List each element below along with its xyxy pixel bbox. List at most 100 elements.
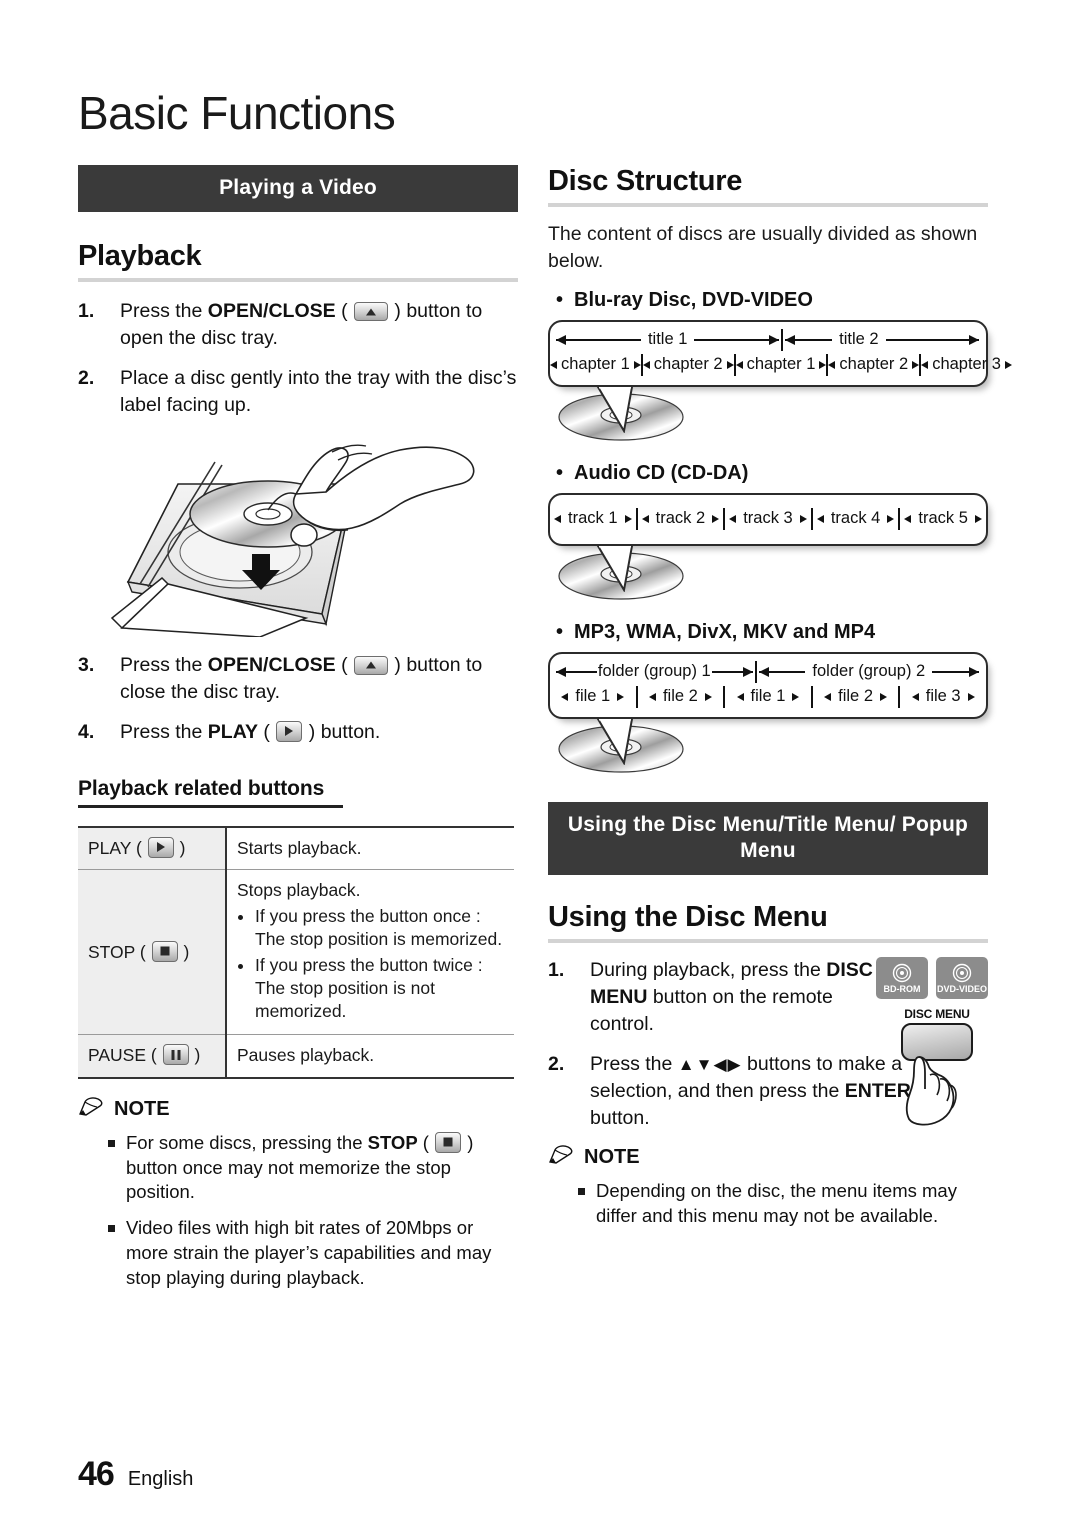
format-badges: BD-ROM DVD-VIDEO bbox=[876, 957, 988, 1000]
note-heading-left: NOTE bbox=[78, 1097, 518, 1123]
step-text-bold: PLAY bbox=[207, 720, 259, 743]
heading-playback-related-buttons: Playback related buttons bbox=[78, 776, 325, 800]
step-text-bold: OPEN/CLOSE bbox=[207, 300, 336, 323]
diagram-folder-label: folder (group) 1 bbox=[597, 662, 711, 681]
step-number: 4. bbox=[78, 720, 95, 743]
diagram-cell-label: file 3 bbox=[925, 687, 961, 706]
page-language: English bbox=[127, 1468, 194, 1490]
diagram-cell: chapter 3 bbox=[921, 352, 1012, 378]
diagram-file-row: file 1 file 2 file 1 file 2 file 3 bbox=[550, 684, 986, 710]
step-text-mid: ( bbox=[335, 300, 353, 323]
badge-bd-rom: BD-ROM bbox=[876, 957, 928, 1000]
diagram-cell-label: file 1 bbox=[575, 687, 611, 706]
diagram-cell: track 2 bbox=[638, 506, 724, 532]
playback-buttons-table: PLAY ( ) Starts playback. STOP ( ) Stops… bbox=[78, 825, 514, 1079]
page-footer: 46 English bbox=[78, 1455, 193, 1494]
step-item: 1. Press the OPEN/CLOSE ( ) button to op… bbox=[78, 298, 518, 352]
diagram-bubble: title 1 title 2 chapter 1 chapter 2 chap… bbox=[548, 319, 1012, 387]
key-label: STOP bbox=[88, 941, 136, 962]
badge-label: DVD-VIDEO bbox=[936, 983, 987, 994]
page-number: 46 bbox=[78, 1455, 115, 1493]
section-banner-playing-a-video: Playing a Video bbox=[78, 165, 518, 213]
disc-illustration bbox=[556, 546, 988, 607]
step-number: 3. bbox=[78, 653, 95, 676]
diagram-chapter-row: chapter 1 chapter 2 chapter 1 chapter 2 bbox=[550, 352, 1012, 378]
step-text-pre: During playback, press the bbox=[590, 959, 827, 982]
table-cell-key: PLAY ( ) bbox=[78, 825, 227, 870]
disc-tray-illustration bbox=[100, 432, 518, 642]
bullet-label-mp3: MP3, WMA, DivX, MKV and MP4 bbox=[556, 621, 988, 644]
diagram-track-row: track 1 track 2 track 3 track 4 track 5 bbox=[550, 506, 986, 532]
step-text-post: button. bbox=[590, 1106, 650, 1129]
diagram-folder-row: folder (group) 1 folder (group) 2 bbox=[550, 660, 986, 684]
diagram-cell-label: track 2 bbox=[655, 509, 706, 528]
diagram-cell-label: track 3 bbox=[743, 509, 793, 528]
table-cell-desc: Pauses playback. bbox=[226, 1034, 514, 1079]
heading-using-the-disc-menu: Using the Disc Menu bbox=[548, 901, 828, 934]
table-row: PLAY ( ) Starts playback. bbox=[78, 825, 514, 870]
diagram-cell: track 5 bbox=[900, 506, 986, 532]
diagram-cell-label: chapter 2 bbox=[839, 355, 909, 374]
desc-bullet: If you press the button once : The stop … bbox=[255, 905, 504, 952]
diagram-cell-label: track 5 bbox=[918, 509, 968, 528]
step-item: 1. During playback, press the DISC MENU … bbox=[548, 957, 898, 1038]
disc-structure-intro: The content of discs are usually divided… bbox=[548, 223, 978, 272]
step-text: Place a disc gently into the tray with t… bbox=[120, 367, 517, 416]
section-banner-using-disc-menu: Using the Disc Menu/Title Menu/ Popup Me… bbox=[548, 801, 988, 876]
step-text-post: ) button. bbox=[303, 720, 381, 743]
diagram-cell-label: chapter 1 bbox=[561, 355, 630, 374]
disc-menu-steps: 1. During playback, press the DISC MENU … bbox=[548, 957, 911, 1131]
desc-line: Stops playback. bbox=[237, 879, 361, 900]
disc-menu-key-illustration: DISC MENU bbox=[888, 1007, 986, 1132]
key-label: PLAY bbox=[88, 837, 132, 858]
diagram-cell-label: track 4 bbox=[830, 509, 881, 528]
play-key-icon bbox=[276, 720, 303, 742]
bullet-label-bluray: Blu-ray Disc, DVD-VIDEO bbox=[556, 289, 988, 312]
pencil-icon bbox=[78, 1097, 104, 1123]
badge-label: BD-ROM bbox=[883, 983, 921, 994]
manual-page: Basic Functions Playing a Video Playback… bbox=[0, 0, 1080, 1532]
disc-illustration bbox=[556, 387, 988, 448]
desc-bullets: If you press the button once : The stop … bbox=[237, 905, 504, 1023]
key-label: PAUSE bbox=[88, 1045, 147, 1066]
diagram-cell: file 2 bbox=[638, 684, 724, 710]
table-row: STOP ( ) Stops playback. If you press th… bbox=[78, 869, 514, 1036]
step-text-bold: OPEN/CLOSE bbox=[207, 653, 336, 676]
diagram-cell: file 1 bbox=[725, 684, 811, 710]
diagram-bubble: track 1 track 2 track 3 track 4 track 5 bbox=[548, 492, 988, 546]
step-text-pre: Press the bbox=[120, 653, 208, 676]
heading-playback: Playback bbox=[78, 240, 202, 273]
badge-dvd-video: DVD-VIDEO bbox=[936, 957, 988, 1000]
stop-key-icon bbox=[435, 1131, 462, 1153]
diagram-cell: chapter 2 bbox=[642, 352, 734, 378]
diagram-cell-label: track 1 bbox=[568, 509, 618, 528]
step-item: 2. Place a disc gently into the tray wit… bbox=[78, 365, 518, 419]
heading-rule bbox=[548, 939, 988, 944]
note-pre: For some discs, pressing the bbox=[126, 1131, 368, 1153]
disc-menu-block: BD-ROM DVD-VIDEO DISC MENU 1. During pla… bbox=[548, 957, 988, 1131]
diagram-cell-label: chapter 1 bbox=[746, 355, 816, 374]
diagram-cell: file 3 bbox=[900, 684, 986, 710]
diagram-title-label: title 1 bbox=[647, 330, 688, 349]
diagram-cell: file 1 bbox=[550, 684, 636, 710]
eject-key-icon bbox=[354, 302, 388, 322]
table-cell-key: STOP ( ) bbox=[78, 869, 227, 1036]
disc-illustration bbox=[556, 719, 988, 780]
step-item: 3. Press the OPEN/CLOSE ( ) button to cl… bbox=[78, 652, 518, 706]
step-text-pre: Press the bbox=[590, 1053, 678, 1076]
note-heading-right: NOTE bbox=[548, 1145, 988, 1171]
table-cell-desc: Starts playback. bbox=[226, 825, 514, 870]
note-mid: ( bbox=[417, 1131, 435, 1153]
step-text-mid: ( bbox=[335, 653, 353, 676]
diagram-cell-label: file 1 bbox=[750, 687, 786, 706]
note-bold: STOP bbox=[367, 1131, 418, 1153]
diagram-cell-label: file 2 bbox=[838, 687, 873, 706]
step-number: 2. bbox=[78, 367, 95, 390]
step-text-pre: Press the bbox=[120, 720, 208, 743]
playback-steps-3-4: 3. Press the OPEN/CLOSE ( ) button to cl… bbox=[78, 652, 518, 746]
note-item: Video files with high bit rates of 20Mbp… bbox=[108, 1216, 518, 1290]
bullet-label-audiocd: Audio CD (CD-DA) bbox=[556, 462, 988, 485]
table-row: PAUSE ( ) Pauses playback. bbox=[78, 1034, 514, 1079]
note-label: NOTE bbox=[584, 1146, 640, 1169]
desc-bullet: If you press the button twice : The stop… bbox=[255, 954, 504, 1024]
